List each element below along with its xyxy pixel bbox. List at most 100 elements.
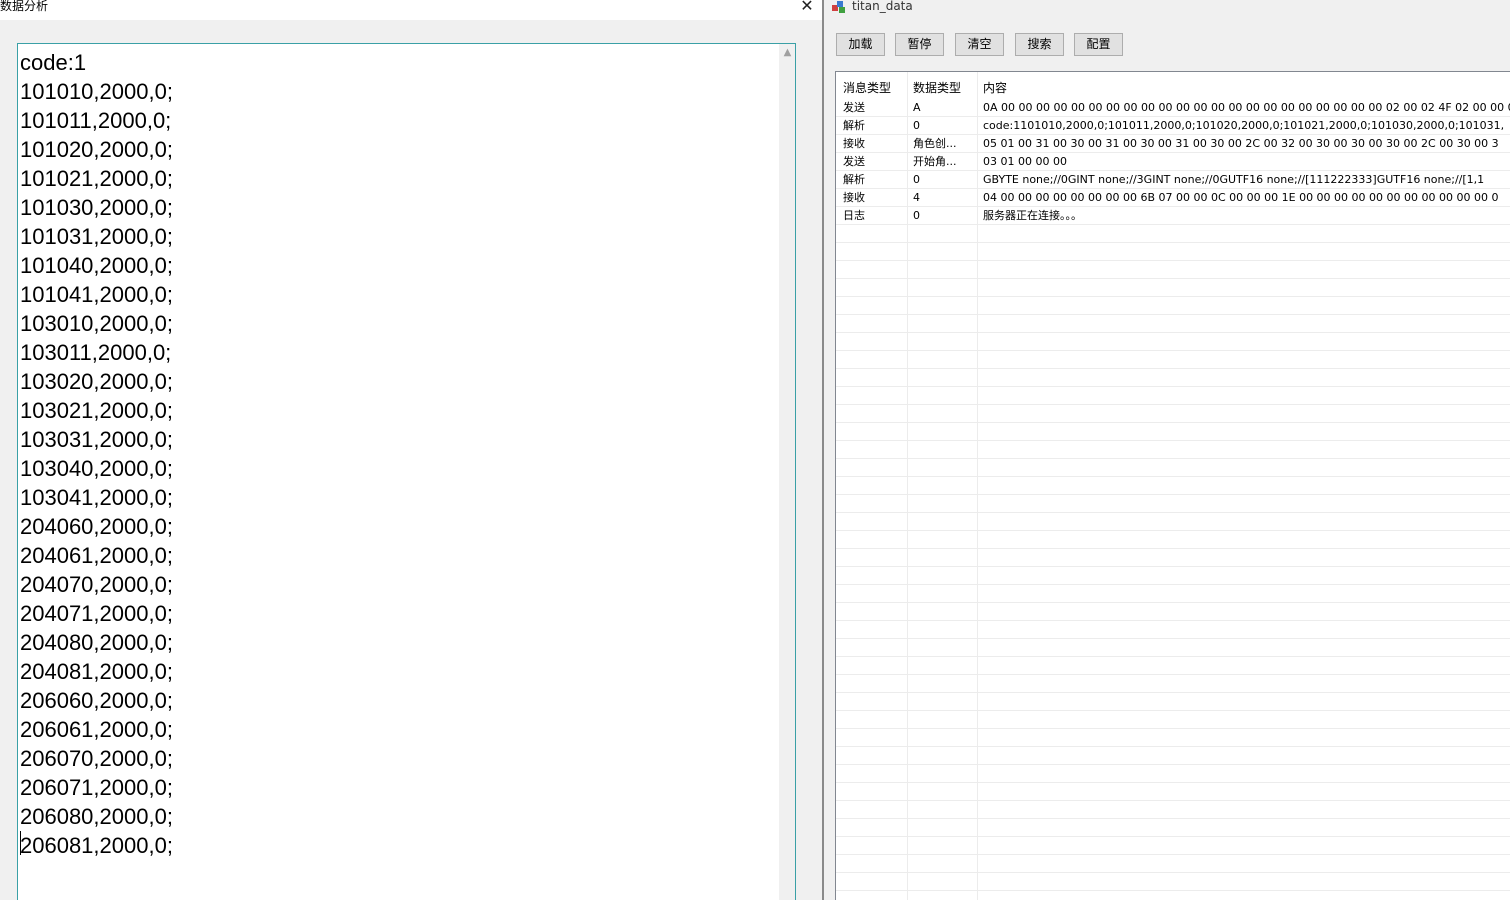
cell-content: GBYTE none;//0GINT none;//3GINT none;//0… [983, 173, 1485, 186]
text-line: 101031,2000,0; [20, 224, 173, 249]
text-line: 206061,2000,0; [20, 717, 173, 742]
empty-row [836, 855, 1510, 873]
text-line: code:1 [20, 50, 87, 75]
cell-data-type: 开始角... [913, 155, 957, 168]
empty-row [836, 297, 1510, 315]
close-icon[interactable]: ✕ [796, 0, 818, 17]
data-analysis-window: 数据分析 ✕ code:1 101010,2000,0; 101011,2000,0… [0, 0, 822, 900]
text-line: 204071,2000,0; [20, 601, 173, 626]
cell-data-type: 0 [913, 119, 920, 132]
empty-row [836, 441, 1510, 459]
cell-message-type: 解析 [843, 119, 865, 132]
empty-row [836, 495, 1510, 513]
table-row[interactable]: 接收 角色创... 05 01 00 31 00 30 00 31 00 30 00… [836, 135, 1510, 153]
cell-message-type: 接收 [843, 137, 865, 150]
search-button[interactable]: 搜索 [1015, 33, 1064, 56]
cell-content: 04 00 00 00 00 00 00 00 00 6B 07 00 00 0… [983, 191, 1499, 204]
empty-row [836, 279, 1510, 297]
text-line: 206071,2000,0; [20, 775, 173, 800]
cell-message-type: 接收 [843, 191, 865, 204]
window-title: titan_data [852, 0, 913, 13]
text-line: 204080,2000,0; [20, 630, 173, 655]
cell-message-type: 发送 [843, 101, 865, 114]
table-row[interactable]: 解析 0 code:1101010,2000,0;101011,2000,0;101… [836, 117, 1510, 135]
empty-row [836, 225, 1510, 243]
text-line: 204061,2000,0; [20, 543, 173, 568]
empty-row [836, 405, 1510, 423]
table-row[interactable]: 接收 4 04 00 00 00 00 00 00 00 00 6B 07 00 0… [836, 189, 1510, 207]
cell-message-type: 发送 [843, 155, 865, 168]
config-button[interactable]: 配置 [1074, 33, 1123, 56]
empty-row [836, 621, 1510, 639]
cell-data-type: 4 [913, 191, 920, 204]
clear-button[interactable]: 清空 [955, 33, 1004, 56]
load-button[interactable]: 加载 [836, 33, 885, 56]
cell-data-type: 角色创... [913, 137, 957, 150]
text-line: 204060,2000,0; [20, 514, 173, 539]
empty-row [836, 729, 1510, 747]
titan-data-window: titan_data 加载 暂停 清空 搜索 配置 消息类型 数据类型 内容 发… [824, 0, 1510, 900]
empty-row [836, 333, 1510, 351]
cell-content: 03 01 00 00 00 [983, 155, 1067, 168]
empty-row [836, 765, 1510, 783]
empty-row [836, 783, 1510, 801]
empty-row [836, 315, 1510, 333]
cell-data-type: A [913, 101, 921, 114]
empty-row [836, 513, 1510, 531]
text-line: 103020,2000,0; [20, 369, 173, 394]
text-line: 103031,2000,0; [20, 427, 173, 452]
message-grid[interactable]: 消息类型 数据类型 内容 发送 A 0A 00 00 00 00 00 00 00 … [835, 71, 1510, 900]
text-line: 101020,2000,0; [20, 137, 173, 162]
empty-row [836, 693, 1510, 711]
table-row[interactable]: 解析 0 GBYTE none;//0GINT none;//3GINT none;… [836, 171, 1510, 189]
empty-row [836, 891, 1510, 900]
table-row[interactable]: 发送 A 0A 00 00 00 00 00 00 00 00 00 00 00 0… [836, 99, 1510, 117]
text-line: 204081,2000,0; [20, 659, 173, 684]
cell-content: 05 01 00 31 00 30 00 31 00 30 00 31 00 3… [983, 137, 1499, 150]
empty-row [836, 387, 1510, 405]
table-row[interactable]: 日志 0 服务器正在连接。。。 [836, 207, 1510, 225]
cell-content: 0A 00 00 00 00 00 00 00 00 00 00 00 00 0… [983, 101, 1510, 114]
cell-content: code:1101010,2000,0;101011,2000,0;101020… [983, 119, 1505, 132]
analysis-text-area[interactable]: code:1 101010,2000,0; 101011,2000,0; 101020… [17, 43, 796, 900]
empty-row [836, 603, 1510, 621]
text-line: 101011,2000,0; [20, 108, 172, 133]
empty-row [836, 369, 1510, 387]
empty-row [836, 477, 1510, 495]
text-line: 101030,2000,0; [20, 195, 173, 220]
vertical-scrollbar[interactable]: ▲ [779, 44, 795, 900]
empty-row [836, 351, 1510, 369]
empty-row [836, 873, 1510, 891]
text-caret [20, 831, 21, 855]
window-title: 数据分析 [0, 0, 49, 13]
text-line: 101021,2000,0; [20, 166, 173, 191]
cell-content: 服务器正在连接。。。 [983, 209, 1082, 222]
text-line: 206081,2000,0; [20, 833, 173, 858]
app-icon [832, 1, 845, 13]
cell-data-type: 0 [913, 173, 920, 186]
table-row[interactable]: 发送 开始角... 03 01 00 00 00 [836, 153, 1510, 171]
empty-row [836, 639, 1510, 657]
text-line: 103011,2000,0; [20, 340, 172, 365]
scroll-up-arrow-icon[interactable]: ▲ [779, 44, 795, 61]
title-bar[interactable]: 数据分析 ✕ [0, 0, 822, 20]
cell-message-type: 日志 [843, 209, 865, 222]
empty-row [836, 261, 1510, 279]
text-line: 101041,2000,0; [20, 282, 173, 307]
empty-row [836, 243, 1510, 261]
text-line: 206070,2000,0; [20, 746, 173, 771]
empty-row [836, 531, 1510, 549]
text-line: 206080,2000,0; [20, 804, 173, 829]
text-line: 101010,2000,0; [20, 79, 173, 104]
empty-row [836, 747, 1510, 765]
empty-row [836, 567, 1510, 585]
empty-row [836, 423, 1510, 441]
pause-button[interactable]: 暂停 [895, 33, 944, 56]
cell-data-type: 0 [913, 209, 920, 222]
text-line: 103040,2000,0; [20, 456, 173, 481]
empty-row [836, 459, 1510, 477]
cell-message-type: 解析 [843, 173, 865, 186]
text-line: 103041,2000,0; [20, 485, 173, 510]
text-line: 103021,2000,0; [20, 398, 173, 423]
empty-row [836, 819, 1510, 837]
